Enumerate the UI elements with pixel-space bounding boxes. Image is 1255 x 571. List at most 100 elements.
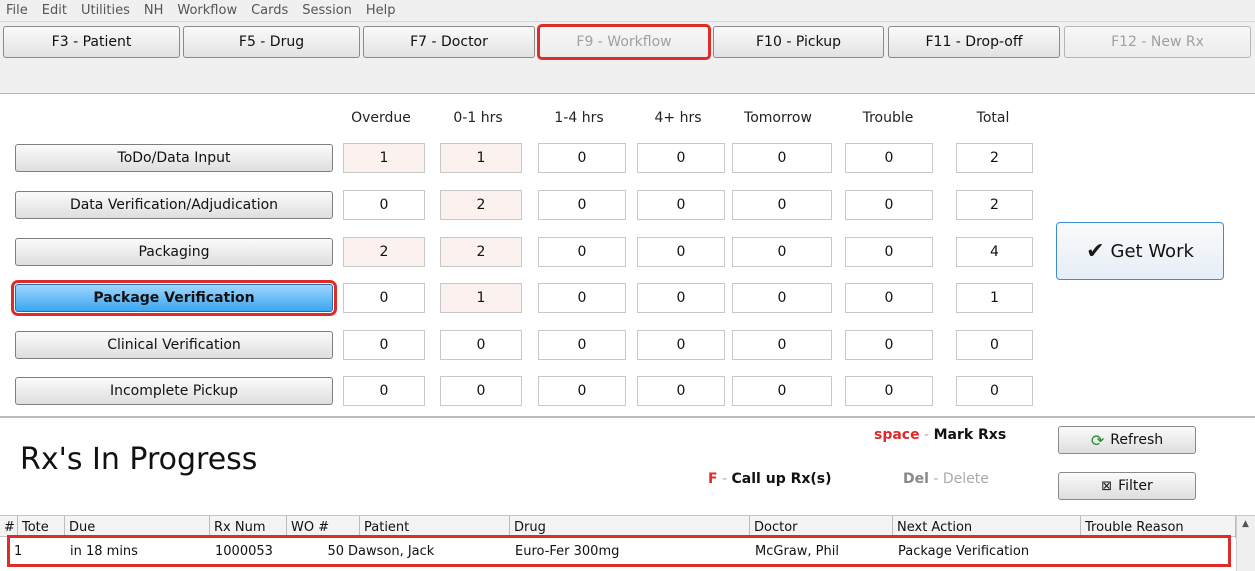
count-cell-packaging-1-4-hrs[interactable]: 0 [538, 237, 626, 267]
count-cell-package-verification-trouble[interactable]: 0 [845, 283, 933, 313]
f12-new-rx-button[interactable]: F12 - New Rx [1064, 26, 1251, 58]
count-cell-incomplete-pickup-trouble[interactable]: 0 [845, 376, 933, 406]
column-header-trouble: Trouble [862, 110, 914, 126]
count-cell-data-verification-adjudication-tomorrow[interactable]: 0 [732, 190, 832, 220]
menu-nh[interactable]: NH [144, 3, 164, 18]
count-cell-todo-data-input-4-plus-hrs[interactable]: 0 [637, 143, 725, 173]
filter-button[interactable]: ⊠ Filter [1058, 472, 1196, 500]
f9-workflow-button[interactable]: F9 - Workflow [537, 24, 711, 60]
column-header-drug[interactable]: Drug [510, 516, 750, 538]
count-cell-todo-data-input-total[interactable]: 2 [956, 143, 1033, 173]
cell-tote [23, 541, 63, 561]
column-header-0-1-hrs: 0-1 hrs [453, 110, 503, 126]
count-cell-clinical-verification-tomorrow[interactable]: 0 [732, 330, 832, 360]
queue-button-clinical-verification[interactable]: Clinical Verification [15, 331, 333, 359]
f3-patient-button[interactable]: F3 - Patient [3, 26, 180, 58]
column-header-doctor[interactable]: Doctor [750, 516, 893, 538]
count-cell-data-verification-adjudication-overdue[interactable]: 0 [343, 190, 425, 220]
count-cell-todo-data-input-1-4-hrs[interactable]: 0 [538, 143, 626, 173]
count-cell-package-verification-4-plus-hrs[interactable]: 0 [637, 283, 725, 313]
count-cell-incomplete-pickup-overdue[interactable]: 0 [343, 376, 425, 406]
count-cell-incomplete-pickup-tomorrow[interactable]: 0 [732, 376, 832, 406]
count-cell-package-verification-overdue[interactable]: 0 [343, 283, 425, 313]
count-cell-clinical-verification-4-plus-hrs[interactable]: 0 [637, 330, 725, 360]
count-cell-clinical-verification-1-4-hrs[interactable]: 0 [538, 330, 626, 360]
hint-delete-label: Delete [942, 471, 989, 487]
count-cell-packaging-tomorrow[interactable]: 0 [732, 237, 832, 267]
count-cell-packaging-trouble[interactable]: 0 [845, 237, 933, 267]
count-cell-incomplete-pickup-0-1-hrs[interactable]: 0 [440, 376, 522, 406]
hint-delete: Del - Delete [903, 471, 989, 487]
cell-patient: Dawson, Jack [348, 543, 435, 559]
column-header-rx-num[interactable]: Rx Num [210, 516, 287, 538]
hint-del-key: Del [903, 471, 929, 487]
scroll-up-arrow-icon[interactable]: ▲ [1242, 519, 1249, 529]
count-cell-package-verification-1-4-hrs[interactable]: 0 [538, 283, 626, 313]
count-cell-package-verification-0-1-hrs[interactable]: 1 [440, 283, 522, 313]
column-header-next-action[interactable]: Next Action [893, 516, 1081, 538]
column-header-wo[interactable]: WO # [287, 516, 360, 538]
count-cell-todo-data-input-tomorrow[interactable]: 0 [732, 143, 832, 173]
count-cell-todo-data-input-trouble[interactable]: 0 [845, 143, 933, 173]
menu-workflow[interactable]: Workflow [177, 3, 237, 18]
count-cell-clinical-verification-total[interactable]: 0 [956, 330, 1033, 360]
count-cell-clinical-verification-trouble[interactable]: 0 [845, 330, 933, 360]
cell-next-action: Package Verification [898, 543, 1030, 559]
count-cell-todo-data-input-0-1-hrs[interactable]: 1 [440, 143, 522, 173]
get-work-label: Get Work [1110, 240, 1194, 262]
cell-due: in 18 mins [70, 543, 138, 559]
hint-space-key: space [874, 427, 920, 443]
f7-doctor-button[interactable]: F7 - Doctor [363, 26, 535, 58]
count-cell-data-verification-adjudication-trouble[interactable]: 0 [845, 190, 933, 220]
f10-pickup-button[interactable]: F10 - Pickup [713, 26, 884, 58]
hint-f-key: F [708, 471, 718, 487]
section-divider [0, 416, 1255, 418]
count-cell-data-verification-adjudication-4-plus-hrs[interactable]: 0 [637, 190, 725, 220]
queue-button-todo-data-input[interactable]: ToDo/Data Input [15, 144, 333, 172]
filter-label: Filter [1118, 478, 1153, 494]
count-cell-packaging-4-plus-hrs[interactable]: 0 [637, 237, 725, 267]
column-header-patient[interactable]: Patient [360, 516, 510, 538]
column-header-tote[interactable]: Tote [18, 516, 65, 538]
hint-space-separator: - [919, 427, 934, 443]
menu-help[interactable]: Help [366, 3, 396, 18]
column-header-trouble-reason[interactable]: Trouble Reason [1081, 516, 1236, 538]
menu-cards[interactable]: Cards [251, 3, 288, 18]
queue-button-package-verification[interactable]: Package Verification [11, 280, 337, 316]
checkmark-icon: ✔ [1086, 238, 1105, 264]
count-cell-incomplete-pickup-total[interactable]: 0 [956, 376, 1033, 406]
refresh-button[interactable]: ⟳ Refresh [1058, 426, 1196, 454]
queue-button-incomplete-pickup[interactable]: Incomplete Pickup [15, 377, 333, 405]
count-cell-clinical-verification-overdue[interactable]: 0 [343, 330, 425, 360]
count-cell-data-verification-adjudication-total[interactable]: 2 [956, 190, 1033, 220]
count-cell-data-verification-adjudication-1-4-hrs[interactable]: 0 [538, 190, 626, 220]
count-cell-packaging-overdue[interactable]: 2 [343, 237, 425, 267]
table-scrollbar[interactable]: ▲ [1236, 516, 1255, 571]
cell-drug: Euro-Fer 300mg [515, 543, 620, 559]
count-cell-packaging-total[interactable]: 4 [956, 237, 1033, 267]
count-cell-todo-data-input-overdue[interactable]: 1 [343, 143, 425, 173]
count-cell-package-verification-tomorrow[interactable]: 0 [732, 283, 832, 313]
count-cell-data-verification-adjudication-0-1-hrs[interactable]: 2 [440, 190, 522, 220]
count-cell-incomplete-pickup-1-4-hrs[interactable]: 0 [538, 376, 626, 406]
column-header-due[interactable]: Due [65, 516, 210, 538]
count-cell-packaging-0-1-hrs[interactable]: 2 [440, 237, 522, 267]
filter-icon: ⊠ [1101, 478, 1113, 494]
count-cell-incomplete-pickup-4-plus-hrs[interactable]: 0 [637, 376, 725, 406]
column-header-overdue: Overdue [351, 110, 411, 126]
column-header-1-4-hrs: 1-4 hrs [554, 110, 604, 126]
menu-utilities[interactable]: Utilities [81, 3, 130, 18]
column-header-number[interactable]: # [0, 516, 18, 538]
f11-dropoff-button[interactable]: F11 - Drop-off [888, 26, 1060, 58]
queue-button-packaging[interactable]: Packaging [15, 238, 333, 266]
hint-mark-rxs-label: Mark Rxs [933, 427, 1007, 443]
get-work-button[interactable]: ✔ Get Work [1056, 222, 1224, 280]
menu-file[interactable]: File [6, 3, 28, 18]
menu-edit[interactable]: Edit [42, 3, 67, 18]
f5-drug-button[interactable]: F5 - Drug [183, 26, 360, 58]
count-cell-clinical-verification-0-1-hrs[interactable]: 0 [440, 330, 522, 360]
queue-button-data-verification-adjudication[interactable]: Data Verification/Adjudication [15, 191, 333, 219]
section-title-rx-in-progress: Rx's In Progress [20, 442, 258, 477]
count-cell-package-verification-total[interactable]: 1 [956, 283, 1033, 313]
menu-session[interactable]: Session [302, 3, 352, 18]
